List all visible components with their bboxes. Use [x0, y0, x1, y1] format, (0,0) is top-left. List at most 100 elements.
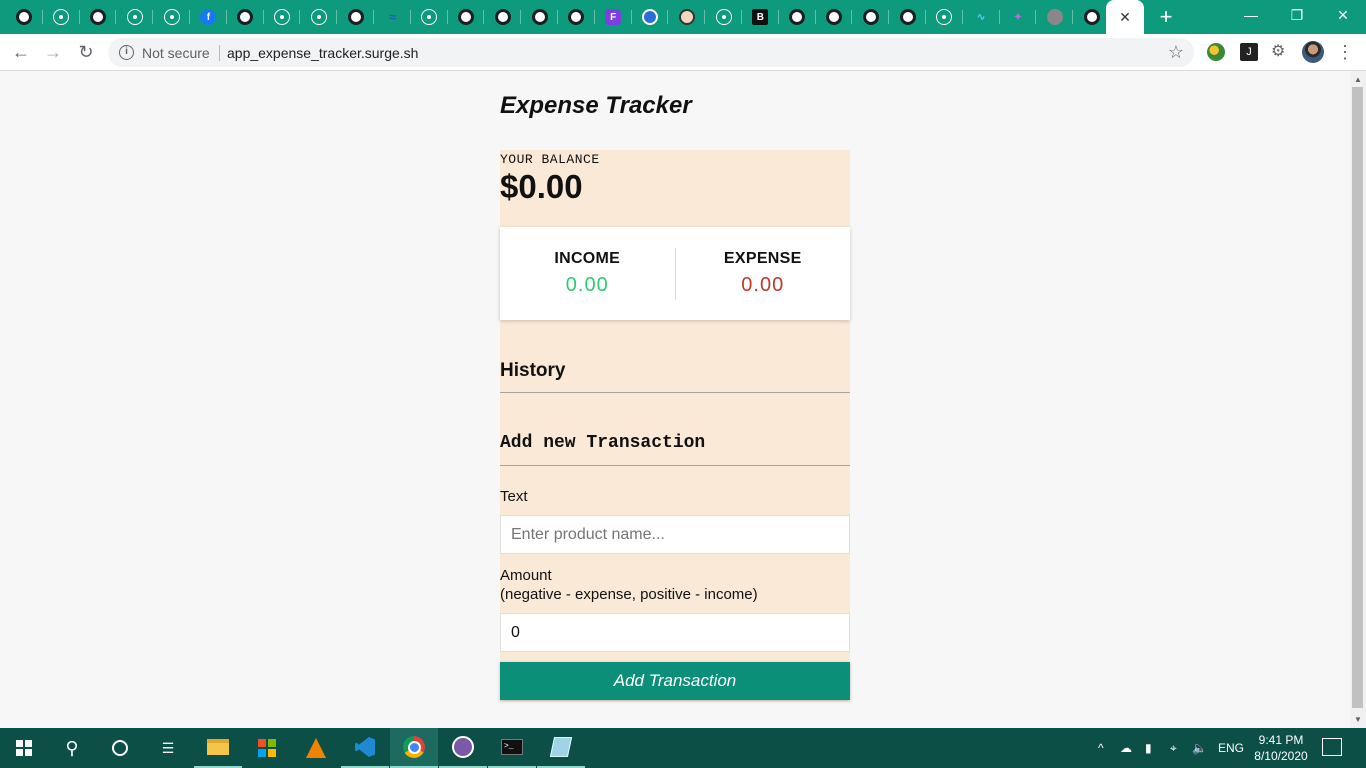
browser-tab[interactable]: ✦ — [1000, 0, 1037, 34]
onedrive-icon[interactable]: ☁ — [1120, 728, 1132, 768]
start-button[interactable] — [0, 728, 48, 768]
bookmark-star-icon[interactable]: ☆ — [1168, 42, 1184, 63]
reload-button[interactable]: ↻ — [75, 41, 97, 63]
browser-tab[interactable] — [6, 0, 43, 34]
browser-tab[interactable]: ≈ — [374, 0, 411, 34]
tray-chevron-icon[interactable]: ^ — [1098, 728, 1104, 768]
browser-tab[interactable] — [43, 0, 80, 34]
browser-tab[interactable] — [816, 0, 853, 34]
browser-tab[interactable]: ∿ — [963, 0, 1000, 34]
vlc-button[interactable] — [292, 728, 340, 768]
browser-tab[interactable]: f — [190, 0, 227, 34]
folder-icon — [207, 739, 229, 755]
react-icon — [310, 9, 327, 25]
address-bar[interactable]: i Not secure app_expense_tracker.surge.s… — [108, 38, 1194, 67]
store-button[interactable] — [243, 728, 291, 768]
extensions-puzzle-icon[interactable]: ⚙ — [1271, 43, 1289, 61]
info-icon[interactable]: i — [119, 45, 134, 60]
amount-input[interactable] — [500, 613, 850, 652]
browser-toolbar: ← → ↻ i Not secure app_expense_tracker.s… — [0, 34, 1366, 71]
minimize-button[interactable]: — — [1228, 0, 1274, 30]
react-icon — [715, 9, 732, 25]
income-label: INCOME — [554, 250, 621, 267]
security-status[interactable]: Not secure — [142, 45, 210, 61]
expense-label: EXPENSE — [723, 250, 802, 267]
browser-tab[interactable] — [558, 0, 595, 34]
notes-button[interactable] — [537, 728, 585, 768]
language-indicator[interactable]: ENG — [1218, 728, 1244, 768]
amount-hint: (negative - expense, positive - income) — [500, 586, 758, 603]
scroll-down-arrow-icon[interactable]: ▼ — [1354, 715, 1362, 724]
profile-avatar[interactable] — [1302, 41, 1324, 63]
person-icon — [678, 9, 695, 25]
browser-tab[interactable]: F — [595, 0, 632, 34]
github-icon — [16, 9, 33, 25]
browser-tab[interactable] — [521, 0, 558, 34]
react-icon — [163, 9, 180, 25]
browser-tab[interactable] — [668, 0, 705, 34]
new-tab-button[interactable]: + — [1154, 5, 1178, 29]
browser-tab[interactable] — [1036, 0, 1073, 34]
volume-icon[interactable]: 🔈 — [1192, 728, 1207, 768]
browser-tab[interactable] — [227, 0, 264, 34]
url-text[interactable]: app_expense_tracker.surge.sh — [227, 45, 418, 61]
terminal-button[interactable]: >_ — [488, 728, 536, 768]
browser-tab[interactable]: B — [742, 0, 779, 34]
browser-tab[interactable] — [264, 0, 301, 34]
feather-icon: ✦ — [1013, 11, 1023, 23]
tracker-panel: YOUR BALANCE $0.00 INCOME 0.00 EXPENSE 0… — [500, 150, 850, 701]
browser-tab[interactable] — [300, 0, 337, 34]
add-transaction-button[interactable]: Add Transaction — [500, 662, 850, 700]
browser-tab[interactable] — [852, 0, 889, 34]
browser-tab[interactable] — [705, 0, 742, 34]
wifi-icon[interactable]: ⌖ — [1170, 728, 1177, 768]
browser-tab[interactable] — [926, 0, 963, 34]
product-name-input[interactable] — [500, 515, 850, 554]
omnibox-separator — [219, 45, 220, 61]
github-icon — [789, 9, 806, 25]
browser-tab[interactable] — [448, 0, 485, 34]
balance-value: $0.00 — [500, 168, 583, 205]
close-tab-icon[interactable]: ✕ — [1119, 9, 1131, 26]
browser-tab[interactable] — [779, 0, 816, 34]
store-icon — [258, 739, 276, 757]
history-heading: History — [500, 360, 566, 381]
github-icon — [494, 9, 511, 25]
browser-tab[interactable] — [80, 0, 117, 34]
extension-globe-icon[interactable] — [1207, 43, 1225, 61]
browser-tab[interactable] — [153, 0, 190, 34]
back-button[interactable]: ← — [10, 41, 32, 63]
react-icon — [421, 9, 438, 25]
chrome-button[interactable] — [390, 728, 438, 768]
close-window-button[interactable]: ✕ — [1320, 0, 1366, 30]
active-tab[interactable]: ✕ — [1106, 0, 1144, 34]
menu-kebab-icon[interactable]: ⋮ — [1336, 41, 1354, 63]
file-explorer-button[interactable] — [194, 728, 242, 768]
forward-button[interactable]: → — [42, 41, 64, 63]
browser-tab[interactable] — [632, 0, 669, 34]
github-icon — [568, 9, 585, 25]
react-icon — [126, 9, 143, 25]
scroll-thumb[interactable] — [1352, 87, 1363, 708]
windows-logo-icon — [16, 740, 32, 756]
page-scrollbar[interactable]: ▲ ▼ — [1350, 71, 1366, 728]
browser-tab[interactable] — [1073, 0, 1110, 34]
search-button[interactable]: ⚲ — [48, 728, 96, 768]
notification-center-icon[interactable] — [1322, 738, 1342, 756]
task-view-button[interactable]: ☰ — [144, 728, 192, 768]
browser-tab[interactable] — [411, 0, 448, 34]
scroll-up-arrow-icon[interactable]: ▲ — [1354, 75, 1362, 84]
vscode-button[interactable] — [341, 728, 389, 768]
grey-globe-icon — [1046, 9, 1063, 25]
cortana-button[interactable] — [96, 728, 144, 768]
browser-tab[interactable] — [889, 0, 926, 34]
extension-dark-icon[interactable]: J — [1240, 43, 1258, 61]
battery-icon[interactable]: ▮ — [1145, 728, 1152, 768]
github-desktop-button[interactable] — [439, 728, 487, 768]
browser-tab[interactable] — [484, 0, 521, 34]
github-icon — [457, 9, 474, 25]
restore-button[interactable]: ❐ — [1274, 0, 1320, 30]
browser-tab[interactable] — [337, 0, 374, 34]
browser-tab[interactable] — [116, 0, 153, 34]
clock[interactable]: 9:41 PM 8/10/2020 — [1250, 732, 1312, 764]
